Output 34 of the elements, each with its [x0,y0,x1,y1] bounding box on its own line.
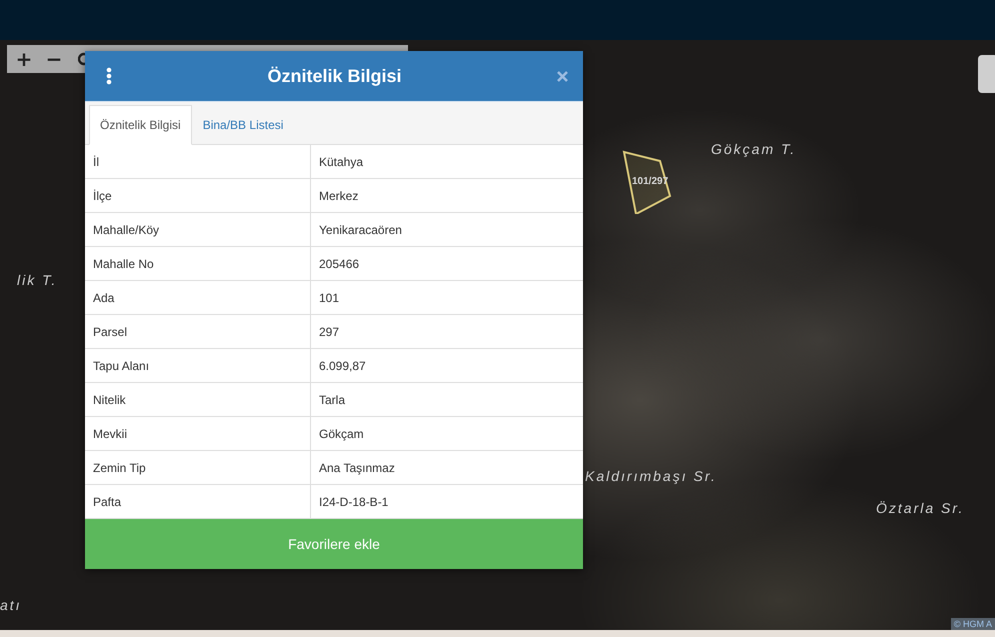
table-cell: İl [85,145,311,179]
table-cell: Ada [85,281,311,315]
place-label: Öztarla Sr. [876,500,964,516]
table-cell: Mahalle No [85,247,311,281]
table-cell: 297 [311,315,583,349]
zoom-button[interactable]: − [41,46,67,72]
place-label: lik T. [17,272,58,288]
table-cell: Mevkii [85,417,311,451]
table-cell: 6.099,87 [311,349,583,383]
table-cell: İlçe [85,179,311,213]
table-cell: Mahalle/Köy [85,213,311,247]
table-cell: Zemin Tip [85,451,311,485]
zoom-button[interactable]: + [11,46,37,72]
table-cell: Ana Taşınmaz [311,451,583,485]
table-cell: Kütahya [311,145,583,179]
place-label: Gökçam T. [711,141,796,157]
dialog-title: Öznitelik Bilgisi [266,66,403,86]
table-cell: Tapu Alanı [85,349,311,383]
attribution: © HGM A [950,618,995,630]
table-cell: Merkez [311,179,583,213]
more-icon[interactable] [106,67,112,85]
tab[interactable]: Öznitelik Bilgisi [89,105,192,145]
place-label: Kaldırımbaşı Sr. [585,468,717,484]
satellite-map[interactable] [0,40,995,630]
tab[interactable]: Bina/BB Listesi [192,105,294,145]
parcel-outline[interactable] [622,150,672,214]
table-cell: Gökçam [311,417,583,451]
table-cell: Yenikaracaören [311,213,583,247]
table-cell: Tarla [311,383,583,417]
table-cell: Parsel [85,315,311,349]
table-cell: 205466 [311,247,583,281]
table-cell: 101 [311,281,583,315]
table-cell: Nitelik [85,383,311,417]
place-label: atı [0,597,22,613]
